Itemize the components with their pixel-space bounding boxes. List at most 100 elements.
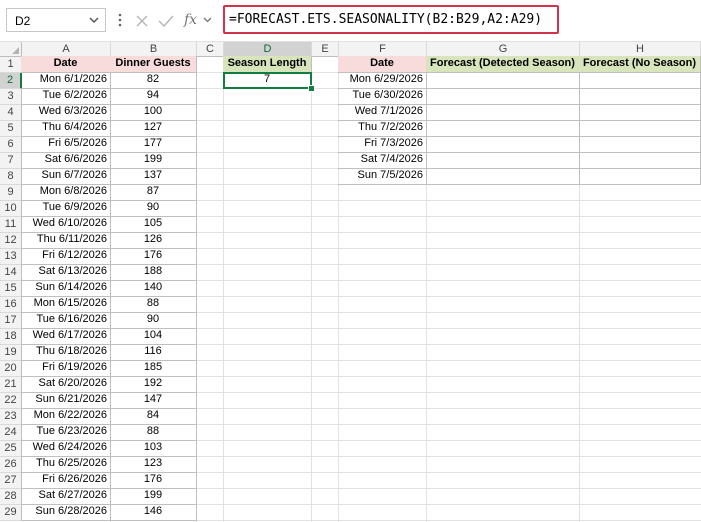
date-cell[interactable]: Sat 6/27/2026 (21, 488, 111, 505)
header-cell-forecast-date[interactable]: Date (338, 56, 427, 73)
forecast-no-season-cell[interactable] (579, 104, 701, 121)
guests-cell[interactable]: 140 (110, 280, 197, 297)
date-cell[interactable]: Wed 6/17/2026 (21, 328, 111, 345)
date-cell[interactable]: Sun 6/7/2026 (21, 168, 111, 185)
forecast-no-season-cell[interactable] (579, 120, 701, 137)
row-header-8[interactable]: 8 (0, 169, 22, 185)
forecast-detected-cell[interactable] (426, 136, 580, 153)
chevron-down-icon[interactable] (89, 17, 99, 24)
row-header-11[interactable]: 11 (0, 217, 22, 233)
header-cell-date[interactable]: Date (21, 56, 111, 73)
row-header-22[interactable]: 22 (0, 393, 22, 409)
date-cell[interactable]: Tue 6/2/2026 (21, 88, 111, 105)
header-cell-forecast-detected[interactable]: Forecast (Detected Season) (426, 56, 580, 73)
forecast-date-cell[interactable]: Sat 7/4/2026 (338, 152, 427, 169)
column-header-c[interactable]: C (197, 42, 224, 57)
guests-cell[interactable]: 123 (110, 456, 197, 473)
date-cell[interactable]: Tue 6/16/2026 (21, 312, 111, 329)
header-cell-forecast-no-season[interactable]: Forecast (No Season) (579, 56, 701, 73)
forecast-detected-cell[interactable] (426, 72, 580, 89)
row-header-17[interactable]: 17 (0, 313, 22, 329)
forecast-detected-cell[interactable] (426, 168, 580, 185)
guests-cell[interactable]: 199 (110, 488, 197, 505)
guests-cell[interactable]: 84 (110, 408, 197, 425)
forecast-no-season-cell[interactable] (579, 168, 701, 185)
header-cell-dinner-guests[interactable]: Dinner Guests (110, 56, 197, 73)
guests-cell[interactable]: 88 (110, 296, 197, 313)
date-cell[interactable]: Mon 6/15/2026 (21, 296, 111, 313)
guests-cell[interactable]: 147 (110, 392, 197, 409)
row-header-20[interactable]: 20 (0, 361, 22, 377)
date-cell[interactable]: Thu 6/18/2026 (21, 344, 111, 361)
forecast-no-season-cell[interactable] (579, 72, 701, 89)
forecast-date-cell[interactable]: Mon 6/29/2026 (338, 72, 427, 89)
date-cell[interactable]: Sat 6/13/2026 (21, 264, 111, 281)
date-cell[interactable]: Sun 6/21/2026 (21, 392, 111, 409)
date-cell[interactable]: Tue 6/23/2026 (21, 424, 111, 441)
guests-cell[interactable]: 188 (110, 264, 197, 281)
date-cell[interactable]: Wed 6/24/2026 (21, 440, 111, 457)
date-cell[interactable]: Fri 6/19/2026 (21, 360, 111, 377)
guests-cell[interactable]: 127 (110, 120, 197, 137)
forecast-no-season-cell[interactable] (579, 136, 701, 153)
guests-cell[interactable]: 82 (110, 72, 197, 89)
date-cell[interactable]: Sun 6/14/2026 (21, 280, 111, 297)
guests-cell[interactable]: 126 (110, 232, 197, 249)
row-header-29[interactable]: 29 (0, 505, 22, 521)
row-header-1[interactable]: 1 (0, 57, 22, 73)
close-icon[interactable] (134, 13, 150, 29)
formula-input[interactable]: =FORECAST.ETS.SEASONALITY(B2:B29,A2:A29) (223, 5, 559, 34)
column-header-a[interactable]: A (22, 42, 111, 57)
row-header-14[interactable]: 14 (0, 265, 22, 281)
row-header-24[interactable]: 24 (0, 425, 22, 441)
date-cell[interactable]: Sat 6/6/2026 (21, 152, 111, 169)
column-header-b[interactable]: B (111, 42, 197, 57)
row-header-3[interactable]: 3 (0, 89, 22, 105)
guests-cell[interactable]: 90 (110, 312, 197, 329)
date-cell[interactable]: Thu 6/11/2026 (21, 232, 111, 249)
row-header-26[interactable]: 26 (0, 457, 22, 473)
row-header-19[interactable]: 19 (0, 345, 22, 361)
forecast-detected-cell[interactable] (426, 104, 580, 121)
spreadsheet-grid[interactable]: A B C D E F G H 1 2 3 4 5 6 7 8 9 10 11 12 13 14 15 16 17 18 19 20 2… (0, 42, 701, 522)
guests-cell[interactable]: 185 (110, 360, 197, 377)
row-header-23[interactable]: 23 (0, 409, 22, 425)
row-header-15[interactable]: 15 (0, 281, 22, 297)
date-cell[interactable]: Wed 6/10/2026 (21, 216, 111, 233)
date-cell[interactable]: Mon 6/8/2026 (21, 184, 111, 201)
guests-cell[interactable]: 146 (110, 504, 197, 521)
row-header-12[interactable]: 12 (0, 233, 22, 249)
name-box[interactable]: D2 (6, 8, 106, 32)
row-header-13[interactable]: 13 (0, 249, 22, 265)
date-cell[interactable]: Sun 6/28/2026 (21, 504, 111, 521)
guests-cell[interactable]: 116 (110, 344, 197, 361)
guests-cell[interactable]: 104 (110, 328, 197, 345)
column-header-e[interactable]: E (312, 42, 339, 57)
guests-cell[interactable]: 103 (110, 440, 197, 457)
date-cell[interactable]: Fri 6/5/2026 (21, 136, 111, 153)
guests-cell[interactable]: 94 (110, 88, 197, 105)
fill-handle[interactable] (308, 85, 315, 92)
forecast-no-season-cell[interactable] (579, 152, 701, 169)
date-cell[interactable]: Tue 6/9/2026 (21, 200, 111, 217)
header-cell-season-length[interactable]: Season Length (223, 56, 312, 73)
date-cell[interactable]: Mon 6/22/2026 (21, 408, 111, 425)
guests-cell[interactable]: 100 (110, 104, 197, 121)
row-header-21[interactable]: 21 (0, 377, 22, 393)
guests-cell[interactable]: 88 (110, 424, 197, 441)
forecast-date-cell[interactable]: Fri 7/3/2026 (338, 136, 427, 153)
row-header-5[interactable]: 5 (0, 121, 22, 137)
forecast-date-cell[interactable]: Tue 6/30/2026 (338, 88, 427, 105)
guests-cell[interactable]: 192 (110, 376, 197, 393)
row-header-4[interactable]: 4 (0, 105, 22, 121)
row-header-6[interactable]: 6 (0, 137, 22, 153)
guests-cell[interactable]: 199 (110, 152, 197, 169)
row-header-28[interactable]: 28 (0, 489, 22, 505)
forecast-date-cell[interactable]: Thu 7/2/2026 (338, 120, 427, 137)
column-header-h[interactable]: H (580, 42, 701, 57)
guests-cell[interactable]: 137 (110, 168, 197, 185)
row-header-18[interactable]: 18 (0, 329, 22, 345)
forecast-date-cell[interactable]: Wed 7/1/2026 (338, 104, 427, 121)
date-cell[interactable]: Mon 6/1/2026 (21, 72, 111, 89)
guests-cell[interactable]: 176 (110, 248, 197, 265)
